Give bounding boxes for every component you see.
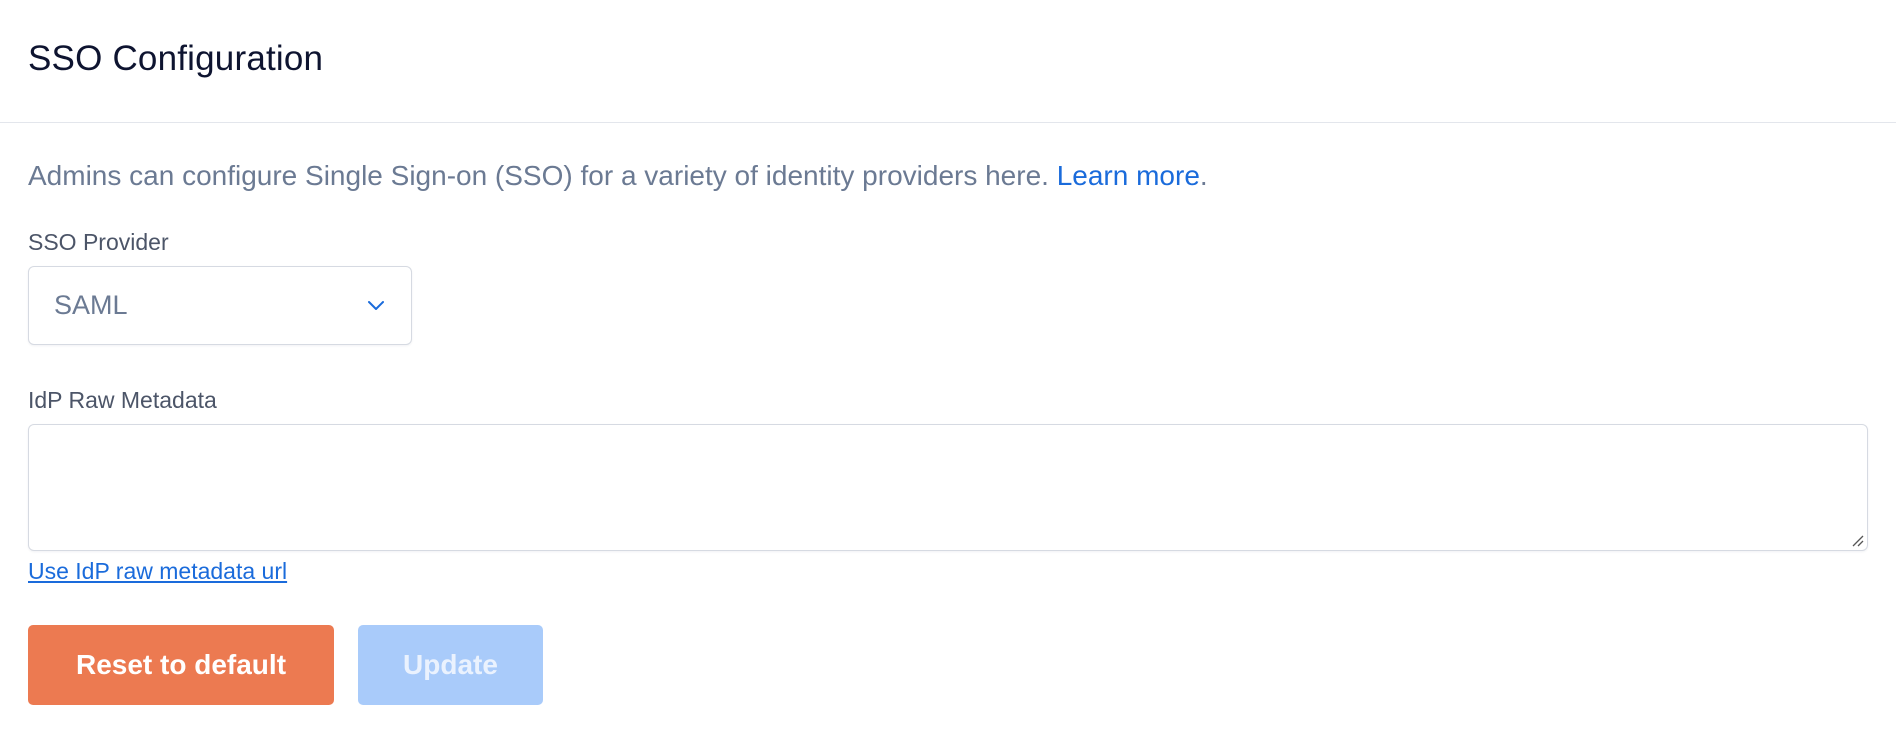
reset-to-default-button[interactable]: Reset to default	[28, 624, 334, 705]
page-header: SSO Configuration	[0, 0, 1896, 123]
description-text: Admins can configure Single Sign-on (SSO…	[28, 160, 1057, 191]
sso-settings-form: Admins can configure Single Sign-on (SSO…	[0, 123, 1896, 705]
learn-more-link[interactable]: Learn more	[1057, 160, 1200, 191]
chevron-down-icon	[368, 301, 384, 311]
sso-provider-select[interactable]: SAML	[28, 265, 412, 345]
sso-provider-label: SSO Provider	[28, 228, 169, 255]
use-metadata-url-link[interactable]: Use IdP raw metadata url	[28, 558, 287, 585]
description-suffix: .	[1199, 160, 1208, 191]
description: Admins can configure Single Sign-on (SSO…	[28, 159, 1868, 193]
idp-metadata-label: IdP Raw Metadata	[28, 386, 217, 413]
form-actions: Reset to default Update	[28, 624, 1868, 705]
update-button[interactable]: Update	[358, 624, 543, 705]
idp-metadata-textarea[interactable]	[28, 423, 1868, 551]
page-title: SSO Configuration	[28, 39, 324, 78]
sso-provider-value: SAML	[54, 289, 128, 320]
resize-handle-icon[interactable]	[1850, 533, 1864, 547]
